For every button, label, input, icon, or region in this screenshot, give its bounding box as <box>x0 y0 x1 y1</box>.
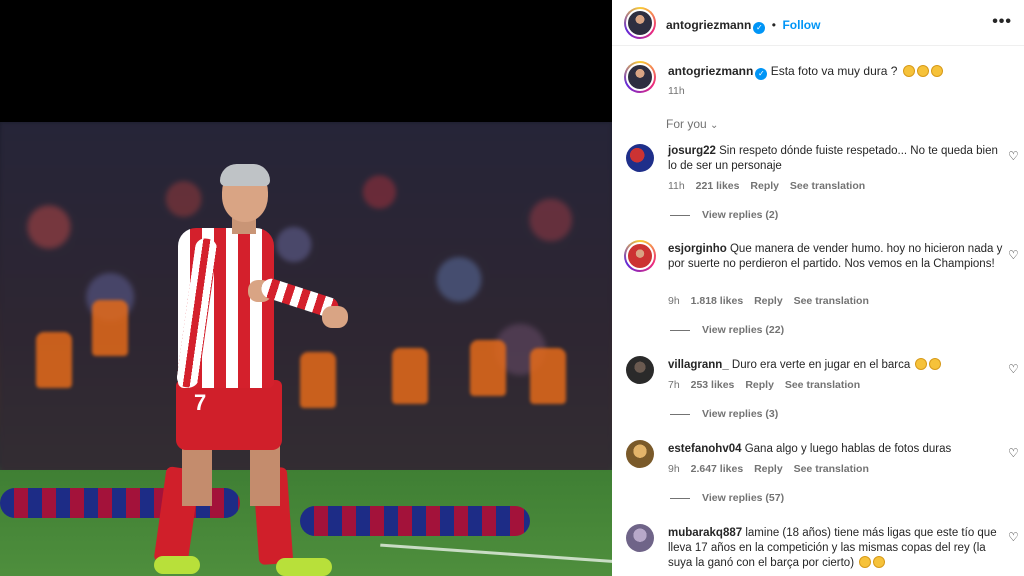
post-sidebar: antogriezmann ✓ • Follow ••• antogriezman… <box>612 0 1024 576</box>
comment-meta: 11h 221 likes Reply See translation <box>668 180 873 192</box>
caption-time: 11h <box>668 85 685 97</box>
post-media[interactable]: 7 <box>0 0 612 576</box>
caption-text: Esta foto va muy dura ? <box>770 64 898 78</box>
header-user-row: antogriezmann ✓ • Follow <box>666 16 820 34</box>
comment-sort-dropdown[interactable]: For you ⌄ <box>666 117 718 131</box>
heart-outline-icon[interactable]: ♡ <box>1008 150 1020 162</box>
player-leg <box>182 446 212 506</box>
heart-outline-icon[interactable]: ♡ <box>1008 249 1020 261</box>
celebrating-player: 7 <box>150 164 350 576</box>
comment-text: Duro era verte en jugar en el barca <box>731 359 911 371</box>
see-translation-button[interactable]: See translation <box>794 463 869 475</box>
commenter-avatar[interactable] <box>624 240 656 272</box>
reply-button[interactable]: Reply <box>750 180 779 192</box>
comment-username[interactable]: mubarakq887 <box>668 527 742 539</box>
shirt-number: 7 <box>194 390 207 415</box>
verified-badge-icon: ✓ <box>755 68 768 80</box>
laughing-emoji-icon <box>873 556 886 568</box>
reply-button[interactable]: Reply <box>745 379 774 391</box>
comment-text: Gana algo y luego hablas de fotos duras <box>744 443 952 455</box>
view-replies-button[interactable]: View replies (57) <box>670 492 784 504</box>
heart-outline-icon[interactable]: ♡ <box>1008 531 1020 543</box>
separator-dot: • <box>771 18 776 32</box>
caption-author-avatar[interactable] <box>624 61 656 93</box>
reply-button[interactable]: Reply <box>754 295 783 307</box>
view-replies-label: View replies (3) <box>702 408 779 420</box>
comment-likes[interactable]: 2.647 likes <box>691 463 744 475</box>
player-leg <box>250 446 280 506</box>
view-replies-button[interactable]: View replies (3) <box>670 408 778 420</box>
comment-likes[interactable]: 221 likes <box>696 180 740 192</box>
comment-time: 7h <box>668 379 680 391</box>
comment-likes[interactable]: 1.818 likes <box>691 295 744 307</box>
steward-vest <box>92 300 128 356</box>
steward-vest <box>470 340 506 396</box>
heart-outline-icon[interactable]: ♡ <box>1008 447 1020 459</box>
comment-item: josurg22 Sin respeto dónde fuiste respet… <box>668 144 1006 174</box>
view-replies-button[interactable]: View replies (22) <box>670 324 784 336</box>
comment-item: esjorginho Que manera de vender humo. ho… <box>668 242 1006 272</box>
comment-likes[interactable]: 253 likes <box>691 379 735 391</box>
laughing-emoji-icon <box>929 358 942 370</box>
chevron-down-icon: ⌄ <box>710 120 719 131</box>
comment-time: 9h <box>668 295 680 307</box>
comment-time: 11h <box>668 180 685 192</box>
commenter-avatar[interactable] <box>626 440 654 468</box>
see-translation-button[interactable]: See translation <box>790 180 865 192</box>
verified-badge-icon: ✓ <box>753 22 766 34</box>
reply-button[interactable]: Reply <box>754 463 783 475</box>
caption-username[interactable]: antogriezmann <box>668 64 753 78</box>
commenter-avatar[interactable] <box>626 144 654 172</box>
see-translation-button[interactable]: See translation <box>794 295 869 307</box>
comment-username[interactable]: esjorginho <box>668 243 727 255</box>
player-boot <box>276 558 332 576</box>
view-replies-label: View replies (22) <box>702 324 785 336</box>
comment-time: 9h <box>668 463 680 475</box>
player-hair <box>220 164 270 186</box>
comment-meta: 9h 1.818 likes Reply See translation <box>668 295 877 307</box>
heart-outline-icon[interactable]: ♡ <box>1008 363 1020 375</box>
view-replies-button[interactable]: View replies (2) <box>670 209 778 221</box>
author-avatar[interactable] <box>624 7 656 39</box>
comment-meta: 7h 253 likes Reply See translation <box>668 379 868 391</box>
laughing-emoji-icon <box>915 358 928 370</box>
view-replies-label: View replies (57) <box>702 492 785 504</box>
crying-emoji-icon <box>859 556 872 568</box>
steward-vest <box>36 332 72 388</box>
more-options-icon[interactable]: ••• <box>992 13 1012 31</box>
author-username[interactable]: antogriezmann <box>666 18 751 32</box>
commenter-avatar[interactable] <box>626 524 654 552</box>
steward-vest <box>530 348 566 404</box>
steward-vest <box>392 348 428 404</box>
grimacing-emoji-icon <box>930 65 943 77</box>
player-shorts <box>176 380 282 450</box>
post-caption: antogriezmann ✓ Esta foto va muy dura ? <box>668 64 1008 80</box>
follow-button[interactable]: Follow <box>782 18 820 32</box>
comment-text: Sin respeto dónde fuiste respetado... No… <box>668 145 998 172</box>
comment-username[interactable]: estefanohv04 <box>668 443 742 455</box>
grimacing-emoji-icon <box>902 65 915 77</box>
comment-item: estefanohv04 Gana algo y luego hablas de… <box>668 442 1006 457</box>
comment-meta: 9h 2.647 likes Reply See translation <box>668 463 877 475</box>
player-boot <box>154 556 200 574</box>
commenter-avatar[interactable] <box>626 356 654 384</box>
grimacing-emoji-icon <box>916 65 929 77</box>
comment-username[interactable]: josurg22 <box>668 145 716 157</box>
comment-item: villagrann_ Duro era verte en jugar en e… <box>668 358 1006 373</box>
see-translation-button[interactable]: See translation <box>785 379 860 391</box>
sort-label: For you <box>666 117 707 131</box>
comment-username[interactable]: villagrann_ <box>668 359 729 371</box>
post-header: antogriezmann ✓ • Follow ••• <box>612 0 1024 46</box>
player-fist <box>322 306 348 328</box>
comment-item: mubarakq887 lamine (18 años) tiene más l… <box>668 526 1006 571</box>
view-replies-label: View replies (2) <box>702 209 779 221</box>
